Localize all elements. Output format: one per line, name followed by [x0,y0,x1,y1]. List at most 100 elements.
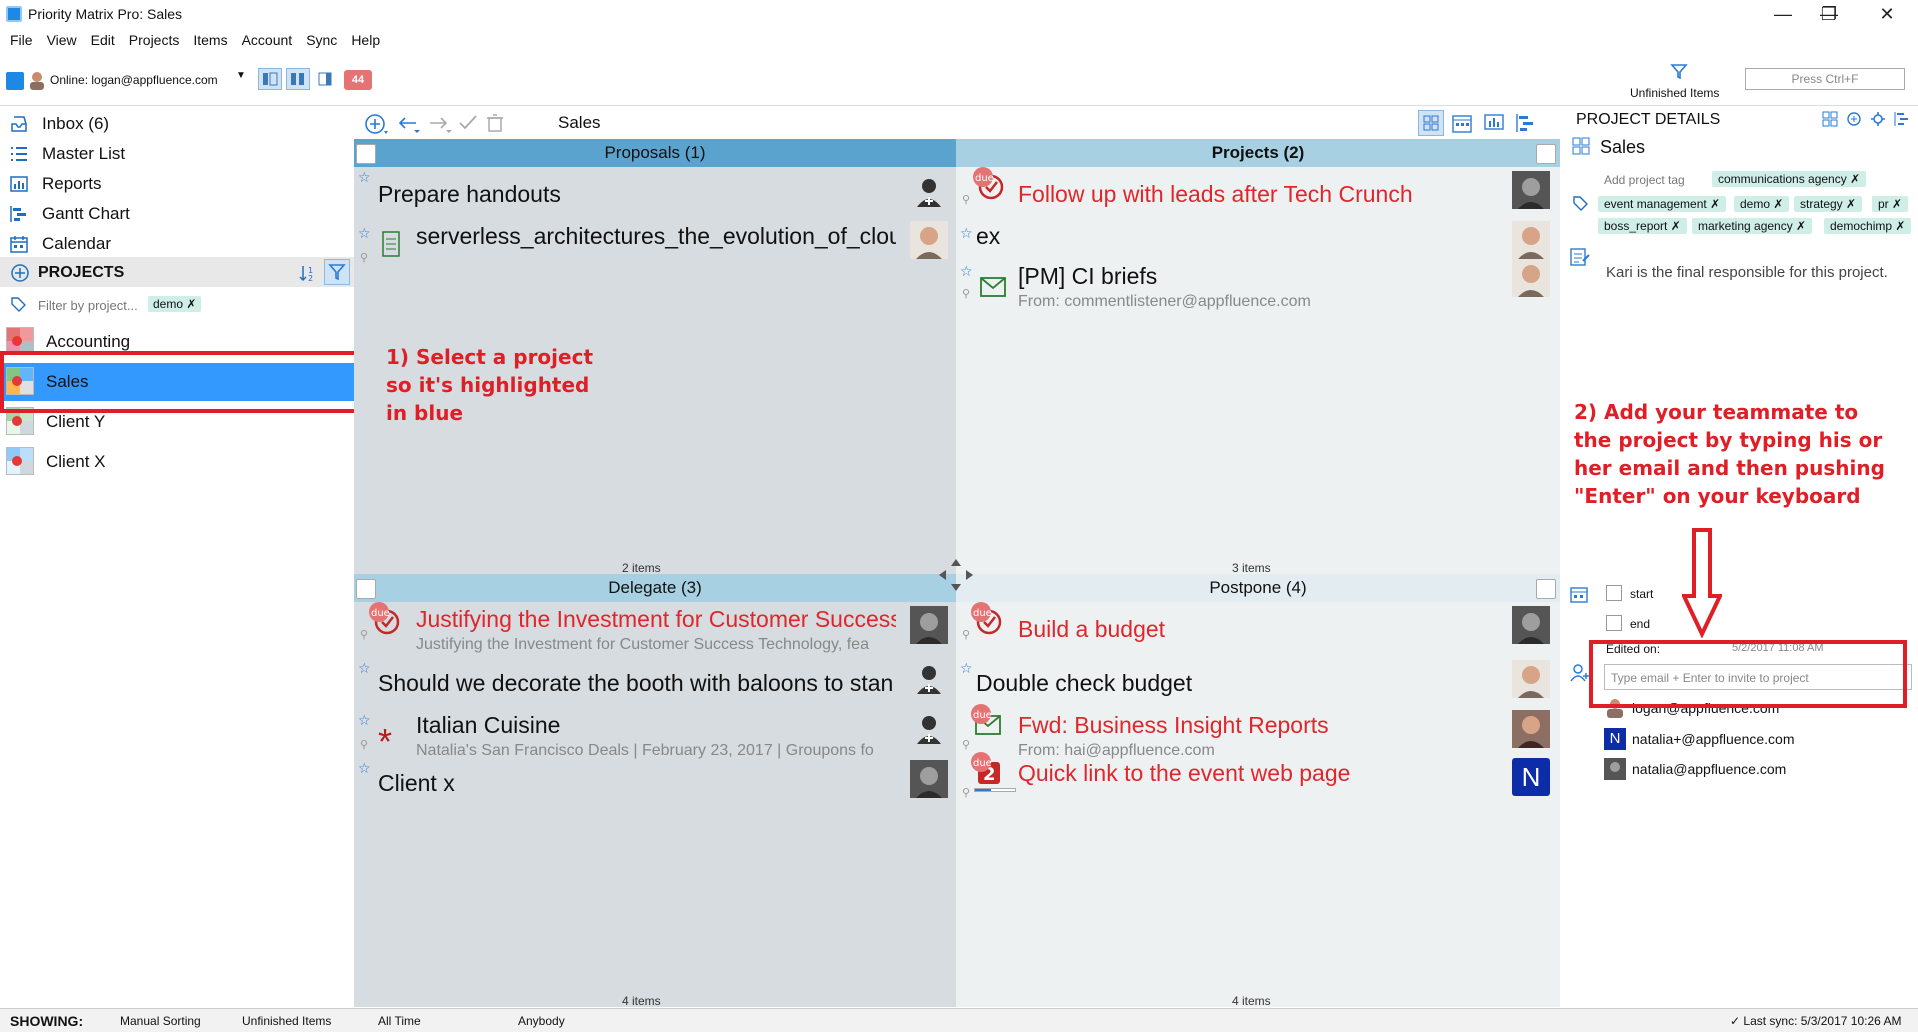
quadrant-select-checkbox[interactable] [1536,579,1556,599]
avatar[interactable] [910,760,948,798]
details-gantt-icon[interactable] [1894,111,1910,132]
star-icon[interactable]: ☆ [358,712,371,729]
notification-badge[interactable]: 44 [344,70,372,90]
unfinished-items-filter[interactable]: Unfinished Items [1630,86,1719,100]
project-tag[interactable]: boss_report ✗ [1598,218,1687,234]
end-date-checkbox[interactable] [1606,615,1622,631]
project-item-client-x[interactable]: Client X [0,443,354,481]
project-description[interactable]: Kari is the final responsible for this p… [1606,262,1896,283]
filter-status[interactable]: Unfinished Items [242,1014,331,1028]
trash-icon[interactable] [486,113,504,138]
task-title[interactable]: Double check budget [976,670,1456,697]
restore-button[interactable]: ❐ [1806,2,1852,28]
layout-left-icon[interactable] [258,68,282,90]
menu-account[interactable]: Account [235,29,300,48]
avatar[interactable] [1512,606,1550,644]
details-settings-icon[interactable] [1870,111,1886,132]
add-project-icon[interactable] [10,263,30,288]
task-title[interactable]: Justifying the Investment for Customer S… [416,606,896,633]
layout-right-icon[interactable] [316,70,334,88]
filter-icon[interactable] [1670,62,1688,80]
minimize-button[interactable]: — [1760,2,1806,28]
add-item-icon[interactable] [364,113,390,140]
avatar[interactable] [1512,660,1550,698]
star-icon[interactable]: ☆ [960,225,973,242]
star-icon[interactable]: ☆ [960,263,973,280]
details-project-name[interactable]: Sales [1600,137,1645,158]
time-status[interactable]: All Time [378,1014,421,1028]
member-email[interactable]: natalia@appfluence.com [1632,761,1786,777]
member-email[interactable]: natalia+@appfluence.com [1632,731,1794,747]
avatar[interactable] [910,606,948,644]
start-date-checkbox[interactable] [1606,585,1622,601]
quadrant-header-delegate[interactable]: Delegate (3) [354,574,956,602]
avatar[interactable] [1512,710,1550,748]
project-tag[interactable]: demochimp ✗ [1824,218,1912,234]
calendar-view-icon[interactable] [1452,113,1472,138]
project-filter-row[interactable]: Filter by project... demo ✗ [0,293,354,317]
quadrant-select-checkbox[interactable] [1536,144,1556,164]
menu-projects[interactable]: Projects [122,29,187,48]
project-tag[interactable]: strategy ✗ [1794,196,1863,212]
star-icon[interactable]: ☆ [358,660,371,677]
menu-sync[interactable]: Sync [299,29,344,48]
project-tag[interactable]: event management ✗ [1598,196,1727,212]
unassigned-avatar-icon[interactable] [910,710,948,748]
menu-view[interactable]: View [40,29,84,48]
avatar[interactable] [28,70,46,90]
menu-edit[interactable]: Edit [84,29,122,48]
menu-help[interactable]: Help [344,29,387,48]
add-tag-input[interactable]: Add project tag [1604,173,1685,187]
assignee-status[interactable]: Anybody [518,1014,565,1028]
quadrant-select-checkbox[interactable] [356,144,376,164]
task-title[interactable]: Prepare handouts [378,181,898,208]
quadrant-select-checkbox[interactable] [356,579,376,599]
task-title[interactable]: Italian Cuisine [416,712,896,739]
move-right-icon[interactable] [428,115,456,140]
star-icon[interactable]: ☆ [358,225,371,242]
filter-tag[interactable]: demo ✗ [148,296,202,312]
quadrant-header-proposals[interactable]: Proposals (1) [354,139,956,167]
layout-split-icon[interactable] [286,68,310,90]
task-title[interactable]: Quick link to the event web page [1018,760,1498,787]
project-tag[interactable]: demo ✗ [1734,196,1790,212]
task-title[interactable]: Build a budget [1018,616,1498,643]
avatar[interactable]: N [1512,758,1550,796]
chart-view-icon[interactable] [1484,113,1504,138]
task-title[interactable]: Should we decorate the booth with baloon… [378,670,898,697]
avatar[interactable] [1512,171,1550,209]
quadrant-header-projects[interactable]: Projects (2) [956,139,1560,167]
complete-icon[interactable] [458,114,478,137]
online-status[interactable]: Online: logan@appfluence.com [50,73,218,87]
search-input[interactable]: Press Ctrl+F [1745,68,1905,90]
menu-file[interactable]: File [0,29,40,48]
gantt-view-icon[interactable] [1516,113,1536,138]
task-title[interactable]: serverless_architectures_the_evolution_o… [416,223,896,250]
star-icon[interactable]: ☆ [960,660,973,677]
task-title[interactable]: Fwd: Business Insight Reports [1018,712,1498,739]
move-left-icon[interactable] [396,115,424,140]
project-filter-icon[interactable] [324,259,350,285]
sorting-status[interactable]: Manual Sorting [120,1014,201,1028]
chevron-down-icon[interactable]: ▼ [236,70,246,81]
avatar[interactable] [1512,221,1550,259]
avatar[interactable] [910,221,948,259]
star-icon[interactable]: ☆ [358,169,371,186]
sort-icon[interactable]: 12 [298,264,318,287]
project-tag[interactable]: communications agency ✗ [1712,171,1867,187]
unassigned-avatar-icon[interactable] [910,660,948,698]
details-share-icon[interactable] [1846,111,1862,132]
project-tag[interactable]: marketing agency ✗ [1692,218,1813,234]
task-title[interactable]: Client x [378,770,858,797]
task-title[interactable]: Follow up with leads after Tech Crunch [1018,181,1498,208]
menu-items[interactable]: Items [186,29,234,48]
matrix-view-icon[interactable] [1418,110,1444,136]
star-icon[interactable]: ☆ [358,760,371,777]
quadrant-header-postpone[interactable]: Postpone (4) [956,574,1560,602]
project-tag[interactable]: pr ✗ [1872,196,1909,212]
details-view-icon[interactable] [1822,111,1838,132]
avatar[interactable] [1512,259,1550,297]
unassigned-avatar-icon[interactable] [910,173,948,211]
resize-handle-icon[interactable] [938,558,974,597]
sync-status-icon[interactable] [6,72,24,90]
